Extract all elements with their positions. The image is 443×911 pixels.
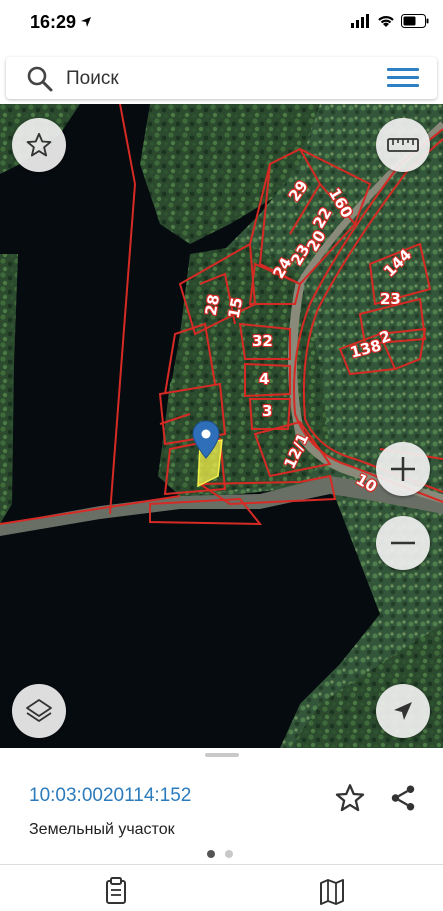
page-dot-active [207,850,215,858]
status-bar: 16:29 [0,0,443,50]
clipboard-icon[interactable] [96,875,136,911]
my-location-button[interactable] [376,684,430,738]
signal-icon [351,14,369,28]
sheet-handle[interactable] [205,753,239,757]
map-view[interactable]: 29 160 22 20 23 24 144 23 2 138 28 15 32… [0,104,443,748]
layers-button[interactable] [12,684,66,738]
ruler-icon [387,138,419,152]
status-time: 16:29 [30,12,77,32]
object-type: Земельный участок [29,821,175,838]
map-icon[interactable] [312,875,352,911]
location-pin-icon[interactable] [192,420,220,460]
star-icon [26,132,52,157]
wifi-icon [378,16,394,27]
object-info-sheet[interactable]: 10:03:0020114:152 Земельный участок [0,748,443,910]
tab-bar [0,864,443,911]
ruler-button[interactable] [376,118,430,172]
favorites-button[interactable] [12,118,66,172]
status-indicators [351,14,429,28]
location-arrow-icon [81,17,91,27]
page-indicator [207,850,233,858]
share-icon[interactable] [388,782,418,814]
navigation-arrow-icon [394,702,412,720]
search-icon[interactable] [26,65,54,93]
satellite-map[interactable] [0,104,443,748]
cadastral-number[interactable]: 10:03:0020114:152 [29,785,191,807]
menu-icon[interactable] [387,68,419,88]
battery-icon [401,14,429,28]
page-dot [225,850,233,858]
add-favorite-star-icon[interactable] [334,782,366,814]
layers-icon [26,699,52,722]
search-input[interactable]: Поиск [66,68,119,90]
zoom-in-button[interactable] [376,442,430,496]
plus-icon [391,457,415,481]
search-bar[interactable]: Поиск [6,57,437,99]
minus-icon [391,541,415,545]
zoom-out-button[interactable] [376,516,430,570]
